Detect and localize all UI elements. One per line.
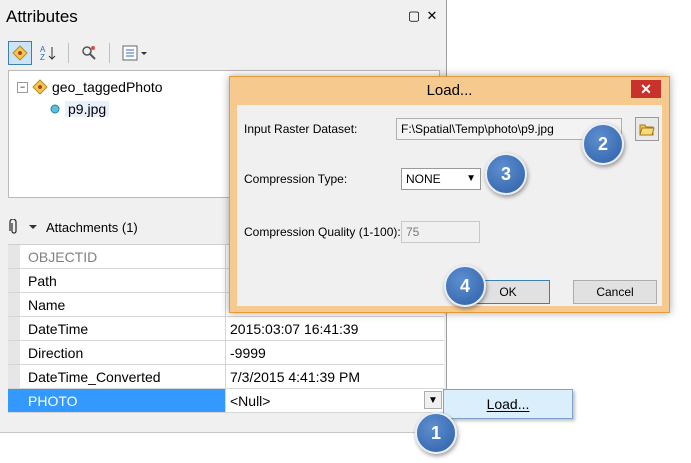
layer-diamond-icon <box>32 79 48 95</box>
paperclip-icon <box>9 219 17 234</box>
field-name-cell: Name <box>8 293 226 316</box>
close-icon[interactable]: ✕ <box>426 8 438 23</box>
browse-button[interactable] <box>635 117 659 141</box>
tree-node-layer[interactable]: − geo_taggedPhoto <box>17 79 163 95</box>
table-row[interactable]: PHOTO <Null> ▼ <box>8 389 444 413</box>
feature-icon <box>50 104 60 114</box>
chevron-down-icon: ▼ <box>466 173 476 184</box>
toolbar-divider <box>68 43 69 63</box>
panel-controls: ▢ ✕ <box>408 8 438 23</box>
attributes-toolbar: AZ <box>8 40 152 66</box>
pin-icon[interactable]: ▢ <box>408 8 420 23</box>
identify-features-icon[interactable] <box>77 41 101 65</box>
panel-title: Attributes <box>6 7 78 26</box>
field-name-cell: DateTime <box>8 317 226 340</box>
table-row[interactable]: Direction -9999 <box>8 341 444 365</box>
chevron-down-icon[interactable]: ▼ <box>424 391 442 409</box>
compression-quality-field: 75 <box>401 221 480 243</box>
attachments-label: Attachments (1) <box>46 219 138 235</box>
collapse-icon[interactable]: − <box>17 81 28 93</box>
options-menu-icon[interactable] <box>118 41 152 65</box>
callout-1: 1 <box>415 412 457 454</box>
list-by-layer-icon[interactable] <box>8 41 32 65</box>
field-value-cell[interactable]: 7/3/2015 4:41:39 PM <box>226 365 444 388</box>
sort-az-icon[interactable]: AZ <box>36 41 60 65</box>
callout-4: 4 <box>444 265 486 307</box>
compression-type-select[interactable]: NONE ▼ <box>401 168 481 190</box>
svg-text:Z: Z <box>40 53 45 62</box>
tree-node-feature[interactable]: p9.jpg <box>49 101 110 117</box>
field-value-cell[interactable]: 2015:03:07 16:41:39 <box>226 317 444 340</box>
input-raster-label: Input Raster Dataset: <box>244 122 358 136</box>
compression-type-label: Compression Type: <box>244 172 348 186</box>
attachments-bar[interactable]: Attachments (1) <box>8 214 238 240</box>
field-value-cell[interactable]: -9999 <box>226 341 444 364</box>
toolbar-divider <box>109 43 110 63</box>
field-value-cell[interactable]: <Null> ▼ <box>226 389 444 412</box>
expand-triangle-icon[interactable] <box>28 222 38 232</box>
field-name-cell: Direction <box>8 341 226 364</box>
field-name-cell: OBJECTID <box>8 245 226 268</box>
field-name-cell: DateTime_Converted <box>8 365 226 388</box>
close-button[interactable]: ✕ <box>631 80 661 98</box>
table-row[interactable]: DateTime_Converted 7/3/2015 4:41:39 PM <box>8 365 444 389</box>
field-name-cell: PHOTO <box>8 389 226 412</box>
feature-name: p9.jpg <box>65 101 110 117</box>
open-folder-icon <box>639 124 655 136</box>
cancel-button[interactable]: Cancel <box>573 280 657 304</box>
callout-2: 2 <box>582 123 624 165</box>
dialog-title: Load... <box>426 82 473 99</box>
field-name-cell: Path <box>8 269 226 292</box>
table-row[interactable]: DateTime 2015:03:07 16:41:39 <box>8 317 444 341</box>
layer-name: geo_taggedPhoto <box>52 79 163 95</box>
load-menu-item[interactable]: Load... <box>443 389 573 419</box>
callout-3: 3 <box>485 153 527 195</box>
compression-quality-label: Compression Quality (1-100): <box>244 225 401 239</box>
